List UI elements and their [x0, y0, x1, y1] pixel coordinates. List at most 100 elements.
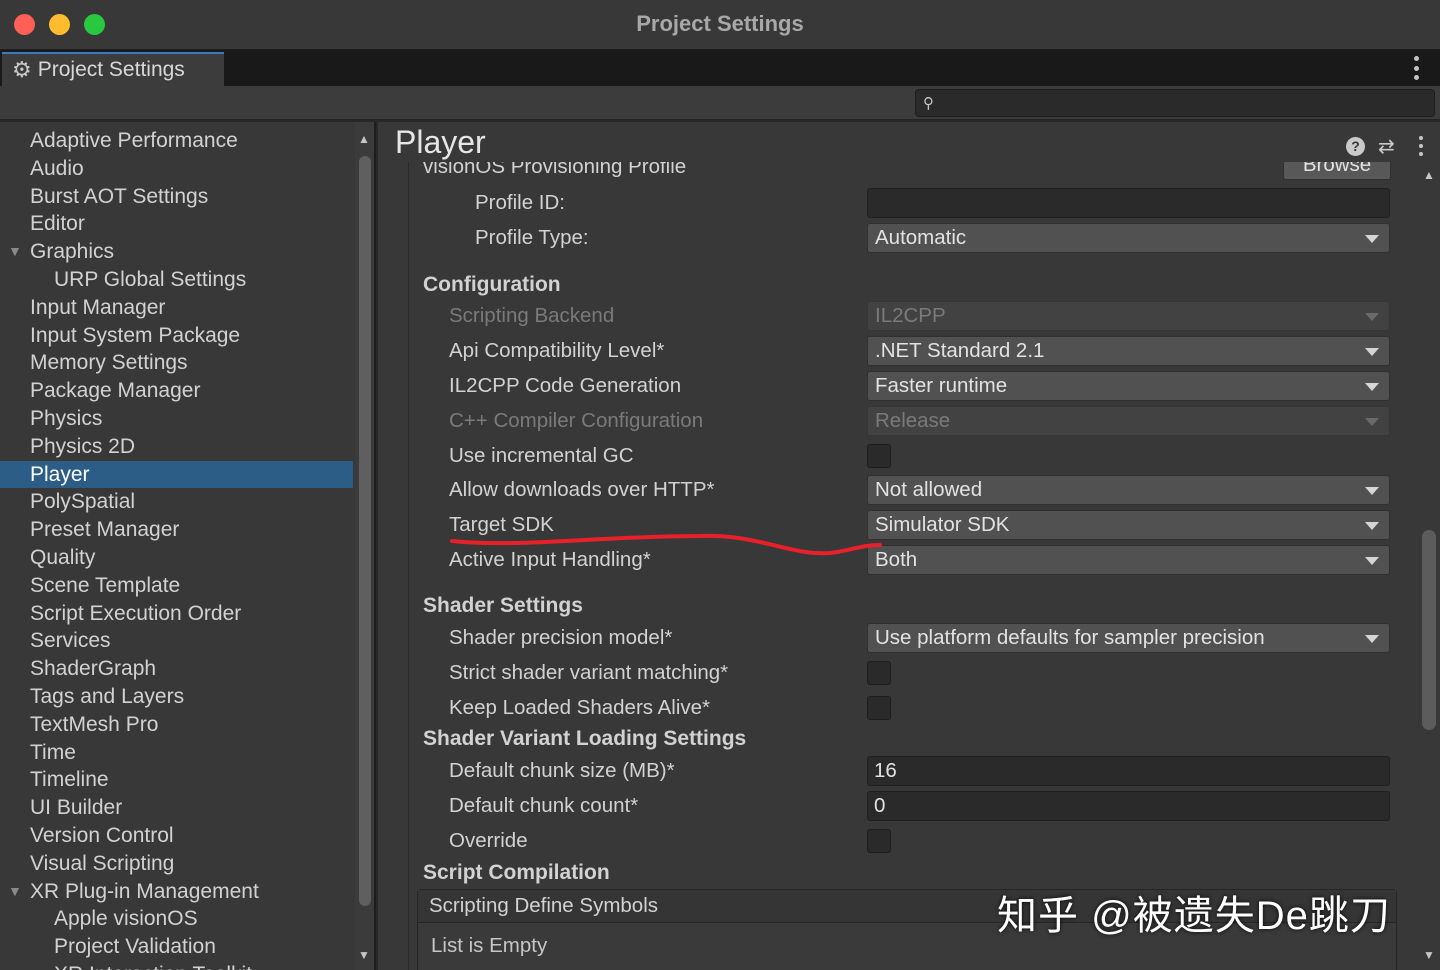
chunk-size-row: Default chunk size (MB)* 16 [409, 754, 1399, 788]
sidebar-item-timeline[interactable]: Timeline [0, 766, 353, 794]
il2cpp-codegen-dropdown[interactable]: Faster runtime [867, 371, 1390, 401]
profile-type-label: Profile Type: [475, 221, 589, 255]
sidebar-item-script-execution-order[interactable]: Script Execution Order [0, 600, 353, 628]
cpp-compiler-row: C++ Compiler Configuration Release [409, 404, 1399, 438]
sidebar-item-services[interactable]: Services [0, 627, 353, 655]
sidebar-item-label: Apple visionOS [54, 907, 198, 930]
sidebar-item-visual-scripting[interactable]: Visual Scripting [0, 850, 353, 878]
scroll-down-arrow-icon[interactable]: ▼ [1423, 948, 1435, 962]
scroll-up-arrow-icon[interactable]: ▲ [1423, 168, 1435, 182]
strict-variant-checkbox[interactable] [867, 661, 891, 685]
sidebar-item-label: Player [30, 463, 90, 486]
presets-icon[interactable]: ⇄ [1378, 134, 1395, 159]
search-input[interactable]: ⚲ [915, 89, 1435, 117]
sidebar-item-time[interactable]: Time [0, 739, 353, 767]
chunk-count-label: Default chunk count* [449, 789, 638, 823]
override-checkbox[interactable] [867, 829, 891, 853]
api-compatibility-label: Api Compatibility Level* [449, 334, 664, 368]
sidebar-scrollbar[interactable]: ▲ ▼ [355, 122, 374, 970]
chunk-size-label: Default chunk size (MB)* [449, 754, 675, 788]
sidebar-item-preset-manager[interactable]: Preset Manager [0, 516, 353, 544]
shader-precision-dropdown[interactable]: Use platform defaults for sampler precis… [867, 623, 1390, 653]
chunk-count-row: Default chunk count* 0 [409, 789, 1399, 823]
chunk-size-field[interactable]: 16 [867, 756, 1390, 786]
keep-shaders-checkbox[interactable] [867, 696, 891, 720]
downloads-http-dropdown[interactable]: Not allowed [867, 475, 1390, 505]
sidebar-item-label: Editor [30, 212, 85, 235]
chunk-count-field[interactable]: 0 [867, 791, 1390, 821]
player-settings-panel: Player ? ⇄ visionOS Provisioning Profile… [378, 122, 1440, 970]
sidebar-item-label: TextMesh Pro [30, 713, 158, 736]
sidebar-item-physics[interactable]: Physics [0, 405, 353, 433]
sidebar-item-burst-aot-settings[interactable]: Burst AOT Settings [0, 183, 353, 211]
profile-type-row: Profile Type: Automatic [409, 221, 1399, 255]
input-handling-label: Active Input Handling* [449, 543, 651, 577]
sidebar-item-label: XR Plug-in Management [30, 880, 259, 903]
help-icon[interactable]: ? [1346, 137, 1365, 156]
sidebar-item-polyspatial[interactable]: PolySpatial [0, 488, 353, 516]
sidebar-item-label: Version Control [30, 824, 174, 847]
sidebar-item-label: Project Validation [54, 935, 216, 958]
sidebar-item-label: Time [30, 741, 76, 764]
configuration-header: Configuration [423, 270, 561, 300]
target-sdk-dropdown[interactable]: Simulator SDK [867, 510, 1390, 540]
sidebar-item-xr-plug-in-management[interactable]: ▼ XR Plug-in Management [0, 878, 353, 906]
expand-arrow-icon[interactable]: ▼ [8, 238, 22, 266]
strict-variant-label: Strict shader variant matching* [449, 656, 728, 690]
sidebar-item-label: Timeline [30, 768, 109, 791]
script-compilation-header: Script Compilation [423, 858, 610, 888]
sidebar-item-urp-global-settings[interactable]: URP Global Settings [0, 266, 353, 294]
profile-type-dropdown[interactable]: Automatic [867, 223, 1390, 253]
expand-arrow-icon[interactable]: ▼ [8, 878, 22, 906]
settings-category-list: Adaptive PerformanceAudioBurst AOT Setti… [0, 127, 353, 970]
sidebar-item-textmesh-pro[interactable]: TextMesh Pro [0, 711, 353, 739]
provisioning-profile-row: visionOS Provisioning Profile Browse [409, 162, 1399, 184]
sidebar-item-ui-builder[interactable]: UI Builder [0, 794, 353, 822]
main-scrollbar[interactable]: ▲ ▼ [1418, 162, 1440, 970]
sidebar-item-adaptive-performance[interactable]: Adaptive Performance [0, 127, 353, 155]
sidebar-item-audio[interactable]: Audio [0, 155, 353, 183]
sidebar-item-physics-2d[interactable]: Physics 2D [0, 433, 353, 461]
panel-menu-icon[interactable] [1418, 136, 1424, 156]
downloads-http-row: Allow downloads over HTTP* Not allowed [409, 473, 1399, 507]
sidebar-item-label: Physics [30, 407, 102, 430]
sidebar-item-quality[interactable]: Quality [0, 544, 353, 572]
browse-button[interactable]: Browse [1283, 162, 1391, 180]
sidebar-item-memory-settings[interactable]: Memory Settings [0, 349, 353, 377]
main-scrollbar-thumb[interactable] [1422, 530, 1436, 730]
window-title: Project Settings [0, 11, 1440, 37]
shader-settings-header: Shader Settings [423, 591, 583, 621]
sidebar-item-shadergraph[interactable]: ShaderGraph [0, 655, 353, 683]
sidebar-item-label: URP Global Settings [54, 268, 246, 291]
shader-variant-loading-header: Shader Variant Loading Settings [423, 724, 746, 754]
profile-id-field[interactable] [867, 188, 1390, 218]
sidebar-scrollbar-thumb[interactable] [359, 156, 371, 906]
sidebar-item-apple-visionos[interactable]: Apple visionOS [0, 905, 353, 933]
sidebar-item-player[interactable]: Player [0, 461, 353, 489]
api-compatibility-dropdown[interactable]: .NET Standard 2.1 [867, 336, 1390, 366]
sidebar-item-graphics[interactable]: ▼Graphics [0, 238, 353, 266]
scroll-up-arrow-icon[interactable]: ▲ [358, 132, 370, 146]
sidebar-item-xr-interaction-toolkit[interactable]: XR Interaction Toolkit [0, 961, 353, 970]
sidebar-item-version-control[interactable]: Version Control [0, 822, 353, 850]
sidebar-item-tags-and-layers[interactable]: Tags and Layers [0, 683, 353, 711]
provisioning-profile-label: visionOS Provisioning Profile [423, 162, 686, 184]
search-icon: ⚲ [923, 94, 934, 112]
sidebar-item-project-validation[interactable]: Project Validation [0, 933, 353, 961]
sidebar-item-scene-template[interactable]: Scene Template [0, 572, 353, 600]
sidebar-item-label: Preset Manager [30, 518, 179, 541]
input-handling-row: Active Input Handling* Both [409, 543, 1399, 577]
input-handling-dropdown[interactable]: Both [867, 545, 1390, 575]
scroll-down-arrow-icon[interactable]: ▼ [358, 948, 370, 962]
incremental-gc-checkbox[interactable] [867, 444, 891, 468]
more-options-icon[interactable] [1412, 56, 1420, 80]
keep-shaders-row: Keep Loaded Shaders Alive* [409, 691, 1399, 725]
sidebar-item-package-manager[interactable]: Package Manager [0, 377, 353, 405]
profile-id-label: Profile ID: [475, 186, 565, 220]
sidebar-item-input-manager[interactable]: Input Manager [0, 294, 353, 322]
tab-project-settings[interactable]: ⚙ Project Settings [2, 52, 224, 86]
override-row: Override [409, 824, 1399, 858]
target-sdk-row: Target SDK Simulator SDK [409, 508, 1399, 542]
sidebar-item-editor[interactable]: Editor [0, 210, 353, 238]
sidebar-item-input-system-package[interactable]: Input System Package [0, 322, 353, 350]
